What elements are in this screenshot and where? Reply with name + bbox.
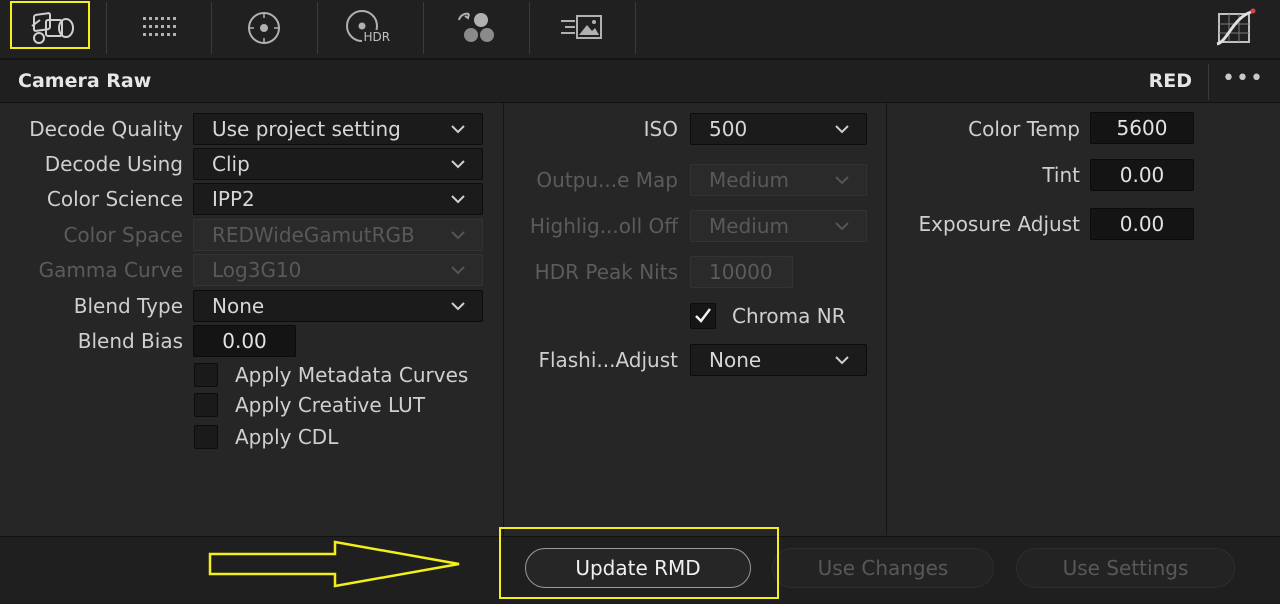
decode-quality-value: Use project setting [212,117,401,141]
output-map-value: Medium [709,168,789,192]
blend-bias-field[interactable]: 0.00 [193,325,296,357]
apply-creative-lut-checkbox[interactable] [194,393,218,417]
apply-metadata-curves-checkbox[interactable] [194,363,218,387]
chevron-down-icon [835,125,849,134]
apply-cdl-checkbox[interactable] [194,425,218,449]
decode-using-label: Decode Using [44,152,183,176]
chroma-nr-checkbox[interactable] [690,303,716,329]
curves-tab[interactable] [1190,0,1280,56]
output-map-dropdown: Medium [690,164,867,196]
blend-type-label: Blend Type [73,294,183,318]
apply-cdl-label: Apply CDL [235,425,339,449]
chevron-down-icon [451,231,465,240]
chevron-down-icon [835,222,849,231]
decode-quality-dropdown[interactable]: Use project setting [193,113,483,145]
motion-effects-icon [559,13,605,43]
blend-type-value: None [212,294,265,318]
chevron-down-icon [835,176,849,185]
decode-using-value: Clip [212,152,250,176]
color-temp-field[interactable]: 5600 [1090,112,1194,144]
update-rmd-highlight [499,527,779,599]
hdr-wheels-icon: HDR [344,8,396,48]
highlight-rolloff-label: Highlig...oll Off [529,214,678,238]
use-changes-button[interactable]: Use Changes [772,548,994,588]
motion-effects-tab[interactable] [529,0,634,56]
color-science-label: Color Science [46,187,183,211]
tint-label: Tint [1042,163,1080,187]
flashing-adjust-dropdown[interactable]: None [690,344,867,376]
color-space-dropdown: REDWideGamutRGB [193,219,483,251]
options-menu-icon[interactable]: ••• [1222,66,1264,91]
iso-label: ISO [643,117,678,141]
chevron-down-icon [451,160,465,169]
curves-icon [1213,8,1257,48]
flashing-adjust-label: Flashi...Adjust [538,348,678,372]
chroma-nr-label: Chroma NR [732,304,846,328]
blend-bias-label: Blend Bias [77,329,183,353]
decode-quality-label: Decode Quality [29,117,183,141]
iso-value: 500 [709,117,748,141]
apply-creative-lut-label: Apply Creative LUT [235,393,426,417]
gamma-curve-dropdown: Log3G10 [193,254,483,286]
panel-header: Camera Raw RED ••• [0,60,1280,103]
hdr-peak-nits-field: 10000 [690,256,793,288]
raw-format-label: RED [1148,70,1192,92]
color-space-value: REDWideGamutRGB [212,223,415,247]
chevron-down-icon [451,266,465,275]
exposure-adjust-label: Exposure Adjust [918,212,1080,236]
gamma-curve-label: Gamma Curve [38,258,183,282]
gamma-curve-value: Log3G10 [212,258,302,282]
rgb-mixer-tab[interactable] [423,0,528,56]
color-space-label: Color Space [63,223,183,247]
blend-type-dropdown[interactable]: None [193,290,483,322]
chevron-down-icon [835,356,849,365]
iso-dropdown[interactable]: 500 [690,113,867,145]
color-match-tab[interactable] [106,0,211,56]
apply-metadata-curves-label: Apply Metadata Curves [235,363,469,387]
flashing-adjust-value: None [709,348,762,372]
decode-using-dropdown[interactable]: Clip [193,148,483,180]
chevron-down-icon [451,125,465,134]
chevron-down-icon [451,195,465,204]
checkmark-icon [695,308,711,323]
rgb-mixer-icon [455,10,497,46]
primaries-wheels-tab[interactable] [211,0,316,56]
use-settings-button[interactable]: Use Settings [1016,548,1235,588]
highlight-rolloff-dropdown: Medium [690,210,867,242]
hdr-wheels-tab[interactable]: HDR [317,0,422,56]
color-temp-label: Color Temp [968,117,1080,141]
tint-field[interactable]: 0.00 [1090,159,1194,191]
primaries-wheels-icon [246,10,282,46]
color-science-value: IPP2 [212,187,255,211]
chevron-down-icon [451,302,465,311]
camera-raw-tab-highlight [10,1,90,49]
pointer-arrow-icon [208,540,460,588]
exposure-adjust-field[interactable]: 0.00 [1090,208,1194,240]
color-match-icon [139,13,179,43]
highlight-rolloff-value: Medium [709,214,789,238]
hdr-peak-nits-label: HDR Peak Nits [534,260,678,284]
output-map-label: Outpu...e Map [536,168,678,192]
panel-title: Camera Raw [18,70,152,92]
hdr-text: HDR [361,30,393,44]
palette-toolbar: HDR [0,0,1280,60]
color-science-dropdown[interactable]: IPP2 [193,183,483,215]
